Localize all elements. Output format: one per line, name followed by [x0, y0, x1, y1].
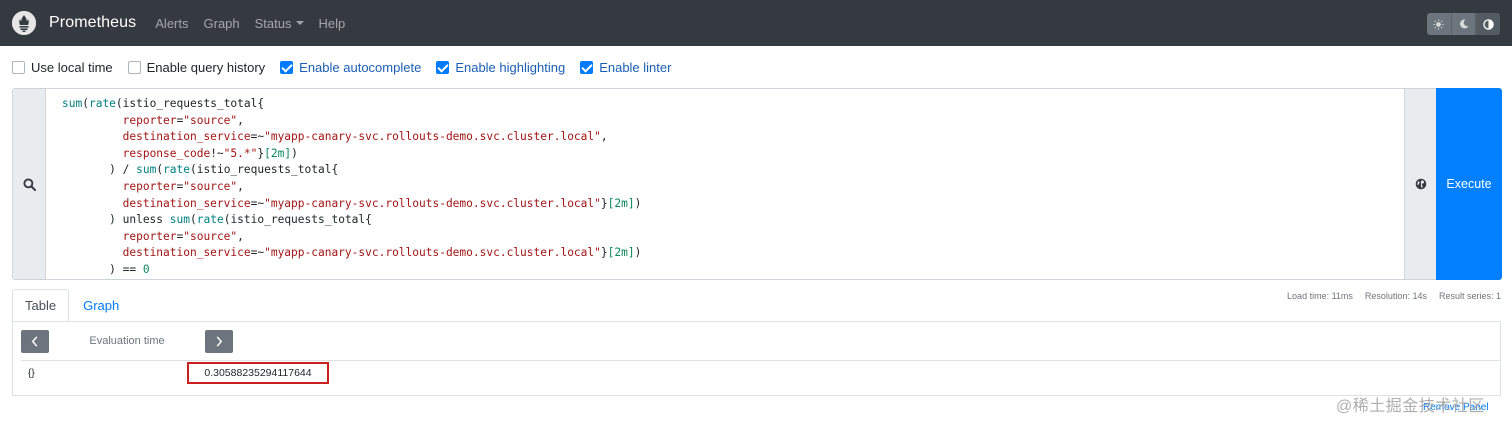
enable-query-history-label: Enable query history [146, 59, 266, 75]
expression-line: destination_service=~"myapp-canary-svc.r… [122, 130, 608, 144]
sun-icon [1433, 18, 1444, 30]
enable-query-history-checkbox[interactable] [127, 60, 141, 74]
enable-linter-label: Enable linter [599, 59, 672, 75]
query-stats: Load time: 11ms Resolution: 14s Result s… [1275, 291, 1501, 301]
caret-down-icon [295, 21, 304, 25]
table-divider [21, 360, 1501, 361]
expression-editor[interactable]: sum(rate(istio_requests_total{ reporter=… [62, 96, 1402, 276]
search-icon [22, 177, 36, 191]
expression-input-group: sum(rate(istio_requests_total{ reporter=… [12, 88, 1502, 280]
enable-autocomplete-label: Enable autocomplete [299, 59, 422, 75]
brand[interactable]: Prometheus [12, 11, 136, 35]
enable-autocomplete-checkbox[interactable] [280, 60, 294, 74]
query-options: Use local time Enable query history Enab… [12, 58, 686, 76]
result-metric-labels: {} [28, 368, 35, 379]
nav-links: Alerts Graph Status Help [155, 16, 360, 31]
chevron-right-icon [216, 336, 223, 347]
expression-line: ) unless sum(rate(istio_requests_total{ [62, 213, 372, 227]
expression-line: sum(rate(istio_requests_total{ [62, 97, 265, 110]
evaluation-time-input[interactable]: Evaluation time [49, 330, 205, 353]
nav-link-graph[interactable]: Graph [204, 16, 240, 31]
theme-dark-button[interactable] [1451, 13, 1477, 35]
evaluation-time-controls: Evaluation time [21, 330, 233, 353]
panel-tabs: Table Graph [12, 289, 131, 322]
result-value-highlighted: 0.30588235294117644 [187, 362, 329, 384]
nav-link-status[interactable]: Status [255, 16, 304, 31]
resolution: Resolution: 14s [1364, 291, 1427, 301]
table-panel: Evaluation time {} 0.30588235294117644 [12, 321, 1501, 396]
theme-light-button[interactable] [1427, 13, 1452, 35]
moon-icon [1459, 19, 1468, 29]
tab-graph[interactable]: Graph [71, 289, 131, 322]
enable-highlighting-option[interactable]: Enable highlighting [436, 60, 565, 75]
navbar: Prometheus Alerts Graph Status Help [0, 0, 1512, 46]
prometheus-logo-icon [12, 11, 36, 35]
metrics-explorer-button[interactable] [1404, 89, 1436, 279]
chevron-left-icon [31, 336, 38, 347]
nav-link-alerts[interactable]: Alerts [155, 16, 188, 31]
use-local-time-label: Use local time [31, 59, 113, 75]
enable-linter-option[interactable]: Enable linter [580, 60, 671, 75]
load-time: Load time: 11ms [1287, 291, 1353, 301]
brand-name[interactable]: Prometheus [49, 14, 136, 32]
search-addon [13, 89, 46, 279]
expression-line: destination_service=~"myapp-canary-svc.r… [122, 196, 642, 210]
nav-link-status-label: Status [254, 15, 292, 31]
expression-line: reporter="source", [122, 229, 244, 243]
enable-autocomplete-option[interactable]: Enable autocomplete [280, 60, 421, 75]
use-local-time-checkbox[interactable] [12, 60, 25, 74]
eval-time-back-button[interactable] [21, 330, 49, 353]
enable-highlighting-label: Enable highlighting [455, 59, 566, 75]
watermark: @稀土掘金技术社区 [1336, 398, 1485, 415]
expression-line: reporter="source", [122, 113, 244, 127]
contrast-icon [1482, 18, 1494, 30]
enable-query-history-option[interactable]: Enable query history [127, 59, 266, 75]
expression-line: response_code!~"5.*"}[2m]) [122, 146, 298, 160]
expression-line: ) == 0 [62, 262, 150, 276]
tab-table[interactable]: Table [12, 289, 70, 322]
enable-highlighting-checkbox[interactable] [436, 60, 450, 74]
enable-linter-checkbox[interactable] [580, 60, 594, 74]
expression-line: reporter="source", [122, 179, 244, 193]
execute-button[interactable]: Execute [1436, 88, 1502, 280]
expression-line: ) / sum(rate(istio_requests_total{ [62, 163, 339, 177]
eval-time-forward-button[interactable] [205, 330, 233, 353]
theme-auto-button[interactable] [1476, 13, 1500, 35]
use-local-time-option[interactable]: Use local time [12, 60, 113, 75]
globe-icon [1415, 178, 1426, 190]
result-series: Result series: 1 [1438, 291, 1501, 301]
expression-line: destination_service=~"myapp-canary-svc.r… [122, 246, 642, 260]
nav-link-help[interactable]: Help [319, 16, 346, 31]
theme-toggle-group [1427, 13, 1500, 35]
